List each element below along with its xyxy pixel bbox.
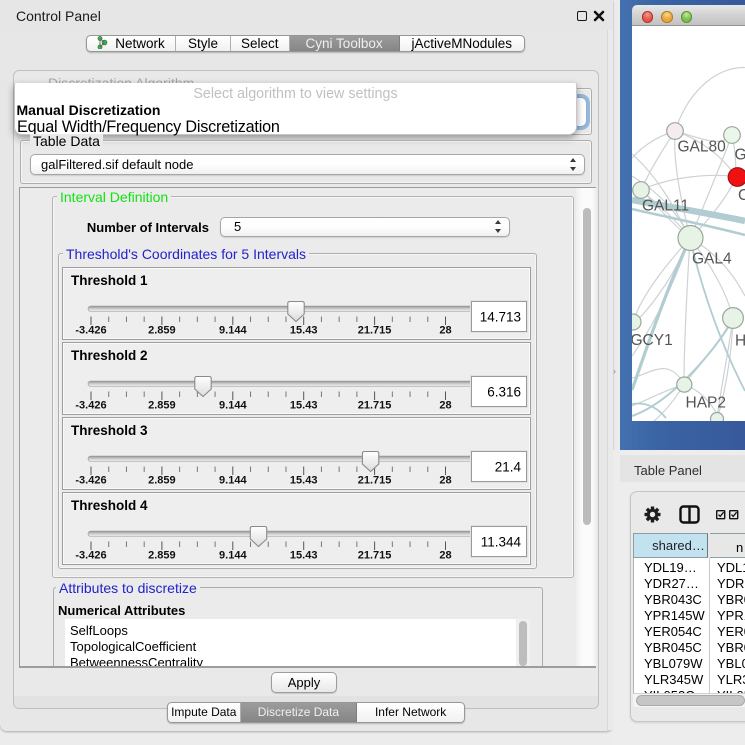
svg-text:GAL4: GAL4 xyxy=(692,251,732,268)
svg-text:GAL80: GAL80 xyxy=(678,139,727,156)
svg-text:15.43: 15.43 xyxy=(290,475,318,487)
svg-text:28: 28 xyxy=(439,400,451,412)
svg-text:-3.426: -3.426 xyxy=(75,550,106,562)
svg-text:GA: GA xyxy=(735,147,745,164)
svg-text:HAP2: HAP2 xyxy=(686,395,727,412)
svg-text:9.144: 9.144 xyxy=(219,550,247,562)
svg-text:GCY1: GCY1 xyxy=(632,332,673,349)
svg-text:21.715: 21.715 xyxy=(358,550,392,562)
svg-text:21.715: 21.715 xyxy=(358,475,392,487)
svg-text:2.859: 2.859 xyxy=(148,325,176,337)
svg-text:9.144: 9.144 xyxy=(219,325,247,337)
svg-text:28: 28 xyxy=(439,325,451,337)
svg-text:2.859: 2.859 xyxy=(148,550,176,562)
svg-text:2.859: 2.859 xyxy=(148,400,176,412)
svg-text:21.715: 21.715 xyxy=(358,325,392,337)
svg-text:2.859: 2.859 xyxy=(148,475,176,487)
svg-text:-3.426: -3.426 xyxy=(75,400,106,412)
svg-text:15.43: 15.43 xyxy=(290,400,318,412)
svg-text:H: H xyxy=(735,333,745,350)
svg-text:GAL11: GAL11 xyxy=(642,198,689,215)
svg-text:21.715: 21.715 xyxy=(358,400,392,412)
svg-text:28: 28 xyxy=(439,475,451,487)
svg-text:15.43: 15.43 xyxy=(290,325,318,337)
svg-text:-3.426: -3.426 xyxy=(75,475,106,487)
svg-text:9.144: 9.144 xyxy=(219,475,247,487)
svg-text:15.43: 15.43 xyxy=(290,550,318,562)
svg-text:9.144: 9.144 xyxy=(219,400,247,412)
svg-text:28: 28 xyxy=(439,550,451,562)
svg-text:-3.426: -3.426 xyxy=(75,325,106,337)
svg-text:C: C xyxy=(738,187,745,204)
